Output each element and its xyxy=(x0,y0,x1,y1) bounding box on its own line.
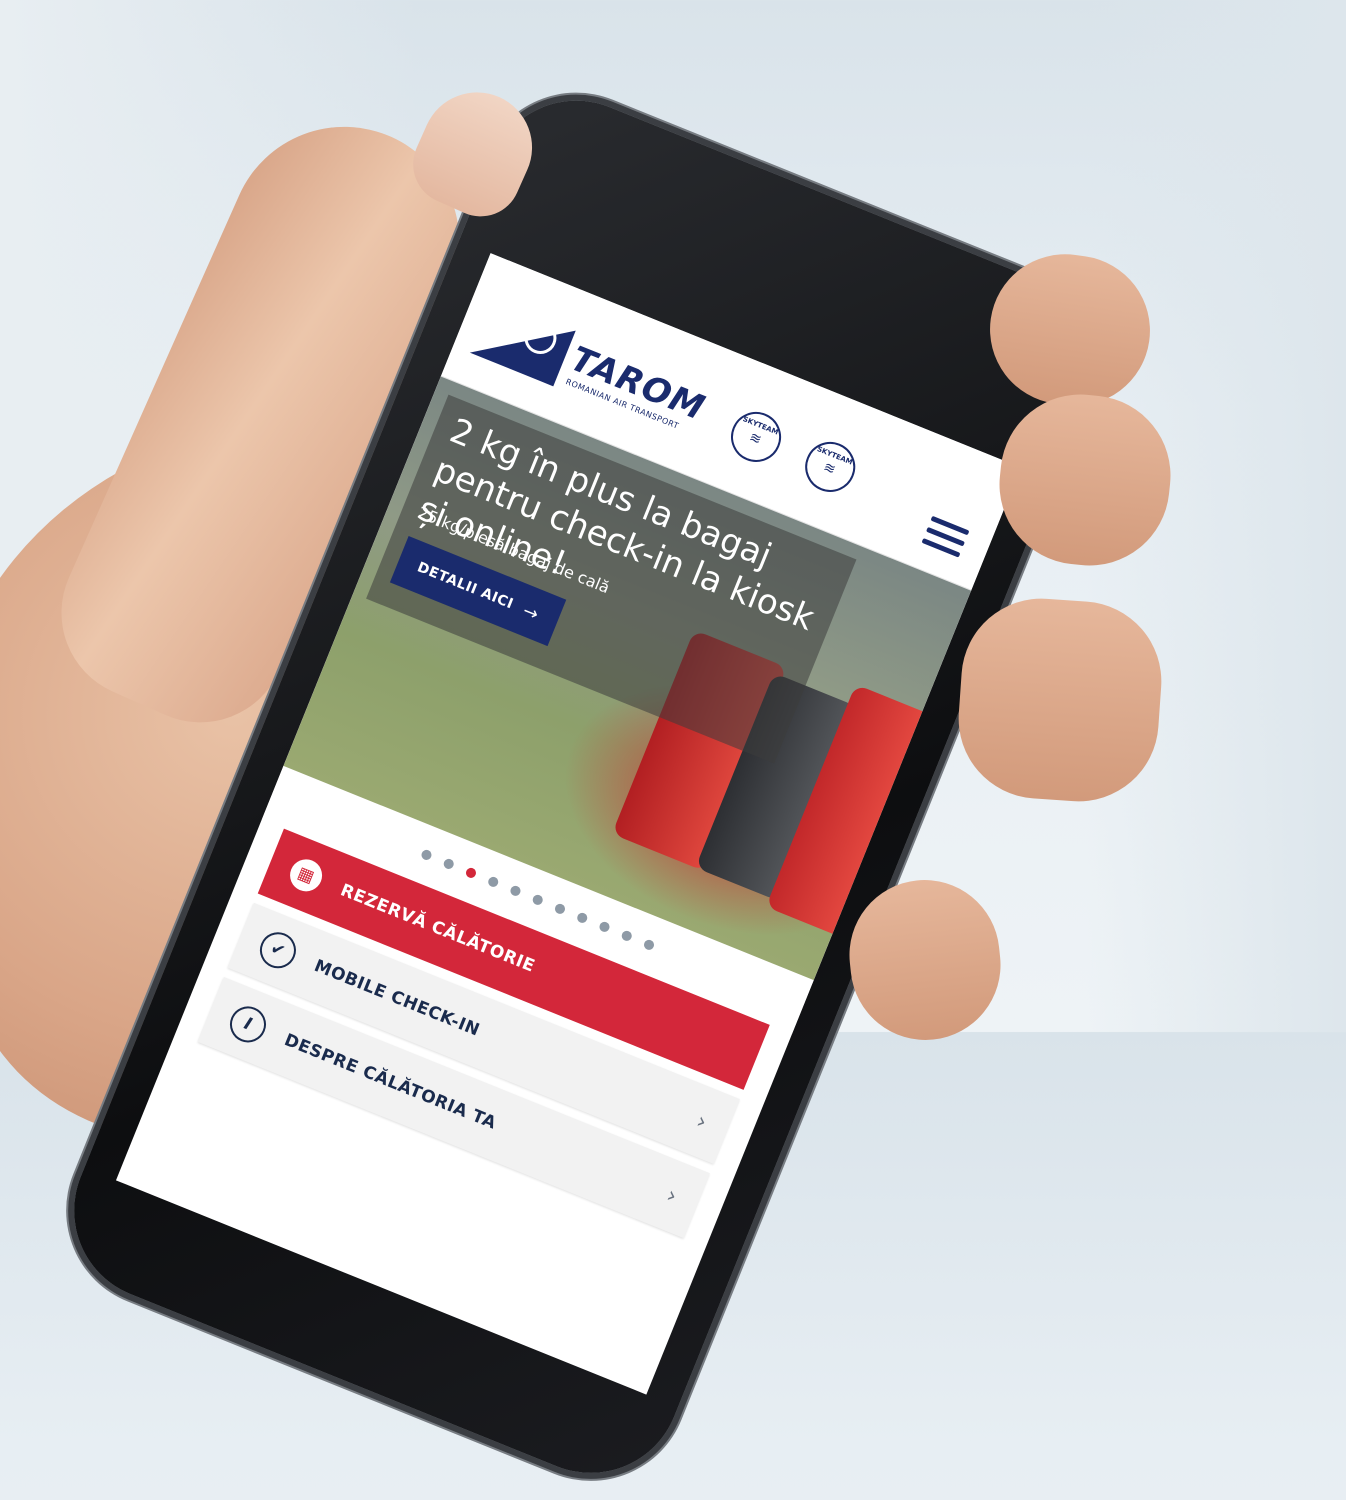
skyteam-logo: SKYTEAM ≋ xyxy=(723,404,789,470)
carousel-dot[interactable] xyxy=(642,938,656,952)
info-icon: i xyxy=(224,1000,272,1048)
carousel-dot[interactable] xyxy=(575,911,589,925)
tarom-logo-mark[interactable] xyxy=(469,296,576,387)
skyteam-logo-secondary: SKYTEAM ≋ xyxy=(797,434,863,500)
carousel-dot[interactable] xyxy=(419,848,433,862)
carousel-dot[interactable] xyxy=(620,929,634,943)
calendar-icon: ▦ xyxy=(285,854,327,897)
carousel-dot[interactable] xyxy=(531,893,545,907)
carousel-dot[interactable] xyxy=(442,857,456,871)
chevron-right-icon: › xyxy=(663,1182,682,1210)
carousel-dot[interactable] xyxy=(464,866,478,880)
carousel-dot[interactable] xyxy=(486,875,500,889)
carousel-dot[interactable] xyxy=(553,902,567,916)
carousel-dot[interactable] xyxy=(508,884,522,898)
check-icon: ✔ xyxy=(254,926,302,974)
hamburger-menu-icon[interactable] xyxy=(921,515,970,559)
arrow-right-icon: → xyxy=(519,599,543,626)
carousel-dot[interactable] xyxy=(597,920,611,934)
finger xyxy=(953,593,1167,807)
chevron-right-icon: › xyxy=(692,1108,711,1135)
